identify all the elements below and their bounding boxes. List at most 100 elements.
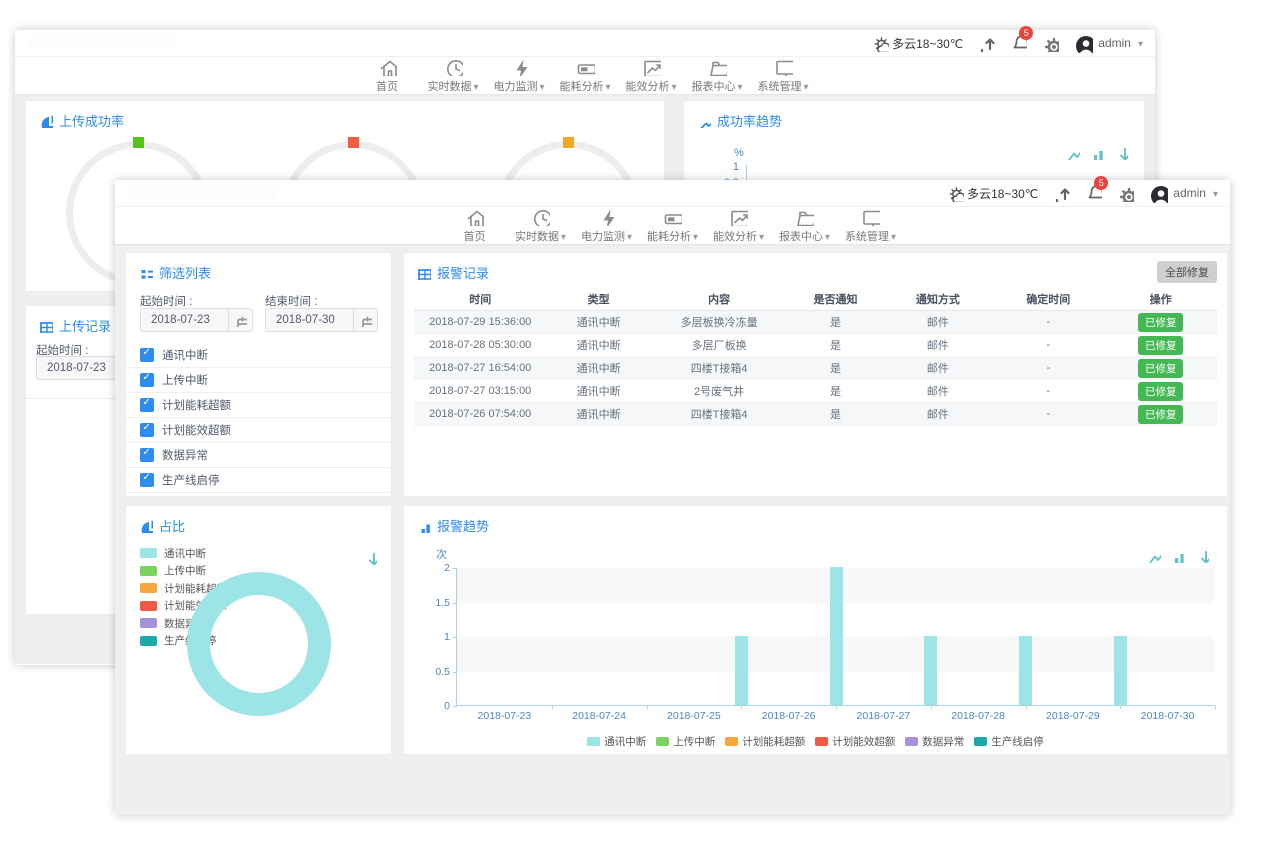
nav-item-realtime-data[interactable]: 实时数据: [423, 57, 483, 95]
weather-widget: 多云18~30℃: [947, 185, 1038, 202]
line-chart-icon: [696, 113, 711, 128]
checkbox-row[interactable]: 计划能耗超额: [126, 393, 391, 418]
checkbox-checked[interactable]: [140, 348, 154, 362]
avatar: [1149, 184, 1168, 203]
download-icon[interactable]: [1194, 548, 1209, 563]
legend-item[interactable]: 生产线启停: [974, 734, 1044, 749]
alarm-records-panel: 报警记录 全部修复 时间类型内容是否通知通知方式确定时间操作2018-07-29…: [403, 252, 1228, 497]
legend-swatch: [140, 583, 157, 593]
bar[interactable]: [830, 567, 843, 705]
legend-item[interactable]: 上传中断: [140, 564, 227, 578]
table-row: 2018-07-29 15:36:00通讯中断多层板换冷冻量是邮件-已修复: [414, 311, 1217, 334]
checkbox-checked[interactable]: [140, 373, 154, 387]
checkbox-label: 生产线启停: [162, 472, 220, 488]
repaired-button[interactable]: 已修复: [1138, 336, 1184, 355]
table-cell: 通讯中断: [546, 337, 650, 353]
nav-item-energy-consumption[interactable]: 能耗分析: [643, 207, 703, 245]
caret-down-icon: [823, 231, 830, 243]
checkbox-row[interactable]: 计划能效超额: [126, 418, 391, 443]
bolt-icon: [597, 207, 616, 226]
user-menu[interactable]: admin: [1074, 34, 1143, 53]
user-menu[interactable]: admin: [1149, 184, 1218, 203]
bar[interactable]: [1019, 636, 1032, 705]
weather-text: 多云18~30℃: [967, 185, 1038, 202]
caret-down-icon: [691, 231, 698, 243]
nav-item-energy-efficiency[interactable]: 能效分析: [621, 57, 681, 95]
panel-title: 报警趋势: [437, 516, 489, 535]
pie-icon: [38, 113, 53, 128]
table-cell: -: [992, 316, 1104, 328]
repaired-button[interactable]: 已修复: [1138, 382, 1184, 401]
table-cell: 2018-07-28 05:30:00: [414, 339, 546, 351]
bar[interactable]: [1114, 636, 1127, 705]
top-header: 多云18~30℃ 5 admin: [15, 30, 1155, 57]
notifications-button[interactable]: 5: [1010, 32, 1027, 54]
checkbox-row[interactable]: 数据异常: [126, 443, 391, 468]
panel-title: 报警记录: [437, 263, 489, 282]
legend-label: 上传中断: [164, 563, 206, 578]
nav-item-report-center[interactable]: 报表中心: [775, 207, 835, 245]
switch-to-bar-icon[interactable]: [1170, 548, 1185, 563]
legend-label: 数据异常: [922, 734, 964, 749]
checkbox-label: 计划能效超额: [162, 422, 231, 438]
panel-title: 上传记录: [59, 316, 111, 335]
legend-item[interactable]: 计划能耗超额: [725, 734, 805, 749]
download-icon[interactable]: [1113, 145, 1128, 160]
nav-item-power-monitoring[interactable]: 电力监测: [489, 57, 549, 95]
repaired-button[interactable]: 已修复: [1138, 405, 1184, 424]
download-icon[interactable]: [362, 550, 377, 565]
legend-swatch: [140, 548, 157, 558]
table-row: 2018-07-28 05:30:00通讯中断多层厂板换是邮件-已修复: [414, 334, 1217, 357]
checkbox-row[interactable]: 上传中断: [126, 368, 391, 393]
checkbox-row[interactable]: 通讯中断: [126, 343, 391, 368]
repaired-button[interactable]: 已修复: [1138, 359, 1184, 378]
nav-item-home[interactable]: 首页: [445, 207, 505, 245]
legend-item[interactable]: 计划能效超额: [815, 734, 895, 749]
legend-item[interactable]: 数据异常: [905, 734, 964, 749]
nav-item-power-monitoring[interactable]: 电力监测: [577, 207, 637, 245]
checkbox-checked[interactable]: [140, 398, 154, 412]
repaired-button[interactable]: 已修复: [1138, 313, 1184, 332]
legend-swatch: [656, 737, 669, 746]
switch-to-line-icon[interactable]: [1146, 548, 1161, 563]
repair-all-button[interactable]: 全部修复: [1157, 261, 1217, 283]
caret-down-icon: [471, 81, 478, 93]
end-date-input[interactable]: 2018-07-30: [265, 308, 378, 332]
calendar-icon: [234, 314, 247, 327]
checkbox-checked[interactable]: [140, 448, 154, 462]
weather-icon: [947, 185, 964, 202]
legend-label: 计划能耗超额: [742, 734, 805, 749]
checkbox-label: 数据异常: [162, 447, 208, 463]
table-row: 2018-07-27 03:15:00通讯中断2号废气井是邮件-已修复: [414, 380, 1217, 403]
nav-item-system-management[interactable]: 系统管理: [753, 57, 813, 95]
nav-item-realtime-data[interactable]: 实时数据: [511, 207, 571, 245]
username: admin: [1098, 36, 1131, 50]
checkbox-row[interactable]: 生产线启停: [126, 468, 391, 493]
bar[interactable]: [735, 636, 748, 705]
nav-item-report-center[interactable]: 报表中心: [687, 57, 747, 95]
action-cell: 已修复: [1105, 382, 1217, 401]
switch-to-line-icon[interactable]: [1065, 145, 1080, 160]
nav-item-energy-efficiency[interactable]: 能效分析: [709, 207, 769, 245]
switch-to-bar-icon[interactable]: [1089, 145, 1104, 160]
table-cell: 是: [787, 314, 883, 330]
gear-icon[interactable]: [1117, 185, 1134, 202]
checkbox-checked[interactable]: [140, 423, 154, 437]
checkbox-checked[interactable]: [140, 473, 154, 487]
table-cell: 通讯中断: [546, 360, 650, 376]
upload-icon[interactable]: [978, 35, 995, 52]
nav-item-energy-consumption[interactable]: 能耗分析: [555, 57, 615, 95]
bar[interactable]: [924, 636, 937, 705]
x-tick-label: 2018-07-30: [1141, 710, 1195, 722]
legend-item[interactable]: 通讯中断: [140, 546, 227, 560]
legend-item[interactable]: 通讯中断: [587, 734, 646, 749]
gear-icon[interactable]: [1042, 35, 1059, 52]
start-date-input[interactable]: 2018-07-23: [140, 308, 253, 332]
table-cell: 邮件: [884, 360, 992, 376]
username: admin: [1173, 186, 1206, 200]
notifications-button[interactable]: 5: [1085, 182, 1102, 204]
legend-item[interactable]: 上传中断: [656, 734, 715, 749]
nav-item-system-management[interactable]: 系统管理: [841, 207, 901, 245]
upload-icon[interactable]: [1053, 185, 1070, 202]
nav-item-home[interactable]: 首页: [357, 57, 417, 95]
